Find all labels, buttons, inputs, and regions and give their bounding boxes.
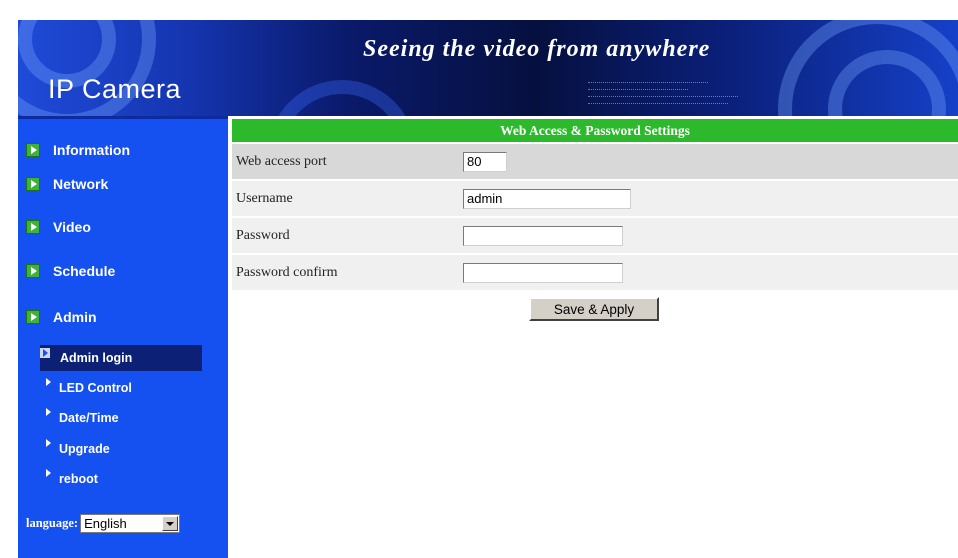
field-value-cell [454,255,958,290]
banner-decorative-text [588,82,768,110]
sidebar-item-schedule[interactable]: Schedule [26,263,115,279]
form-row-web-access-port: Web access port [232,144,958,179]
play-arrow-icon [26,220,40,234]
sidebar: Information Network Video Schedule Admin… [18,116,228,558]
sidebar-subitem-label: Date/Time [59,411,119,425]
sidebar-item-label: Schedule [53,263,116,279]
page-frame: IP Camera Seeing the video from anywhere… [18,20,958,558]
field-label: Web access port [232,144,454,179]
sidebar-item-label: Video [53,219,91,235]
field-label-text: Web access port [236,153,327,169]
sidebar-item-label: Admin [53,309,97,325]
form-row-username: Username [232,181,958,216]
sidebar-item-label: Information [53,142,130,158]
play-arrow-icon [40,348,50,358]
section-title: Web Access & Password Settings [232,119,958,142]
sidebar-item-admin[interactable]: Admin [26,309,97,325]
username-input[interactable] [463,188,631,209]
chevron-down-icon[interactable] [162,516,179,531]
sidebar-subitem-label: Admin login [60,351,133,365]
sidebar-subitem-label: Upgrade [59,442,110,456]
header-banner: IP Camera Seeing the video from anywhere [18,20,958,116]
main-content: Web Access & Password Settings Web acces… [228,116,958,558]
sidebar-item-information[interactable]: Information [26,142,130,158]
field-value-cell [454,144,958,179]
form-row-password: Password [232,218,958,253]
language-dropdown[interactable]: English [80,514,181,533]
decor-arc [268,80,416,116]
play-arrow-icon [26,143,40,157]
sidebar-item-network[interactable]: Network [26,176,108,192]
sidebar-subitem-label: LED Control [59,381,132,395]
play-arrow-icon [26,310,40,324]
sidebar-subitem-upgrade[interactable]: Upgrade [40,436,202,462]
language-selector: language: English [26,514,181,533]
field-value-cell [454,181,958,216]
field-label-text: Password confirm [236,264,338,280]
language-label: language: [26,516,79,530]
triangle-right-icon [46,378,51,386]
password-input[interactable] [463,225,623,246]
form-row-password-confirm: Password confirm [232,255,958,290]
sidebar-subitem-label: reboot [59,472,98,486]
field-value-cell [454,218,958,253]
sidebar-subitem-date-time[interactable]: Date/Time [40,405,202,431]
play-arrow-icon [26,264,40,278]
save-apply-button[interactable]: Save & Apply [529,297,659,321]
sidebar-divider [18,116,228,119]
sidebar-item-video[interactable]: Video [26,219,91,235]
password-confirm-input[interactable] [463,262,623,283]
banner-slogan: Seeing the video from anywhere [363,36,711,62]
triangle-right-icon [46,408,51,416]
sidebar-subitem-reboot[interactable]: reboot [40,466,202,492]
field-label-text: Password [236,227,290,243]
web-access-port-input[interactable] [463,151,507,172]
play-arrow-icon [26,177,40,191]
app-logo: IP Camera [48,74,182,104]
field-label-text: Username [236,190,293,206]
triangle-right-icon [46,469,51,477]
sidebar-subitem-admin-login[interactable]: Admin login [40,345,202,371]
language-dropdown-value: English [84,516,127,531]
field-label: Password [232,218,454,253]
sidebar-item-label: Network [53,176,109,192]
field-label: Password confirm [232,255,454,290]
triangle-right-icon [46,439,51,447]
field-label: Username [232,181,454,216]
sidebar-subitem-led-control[interactable]: LED Control [40,375,202,401]
